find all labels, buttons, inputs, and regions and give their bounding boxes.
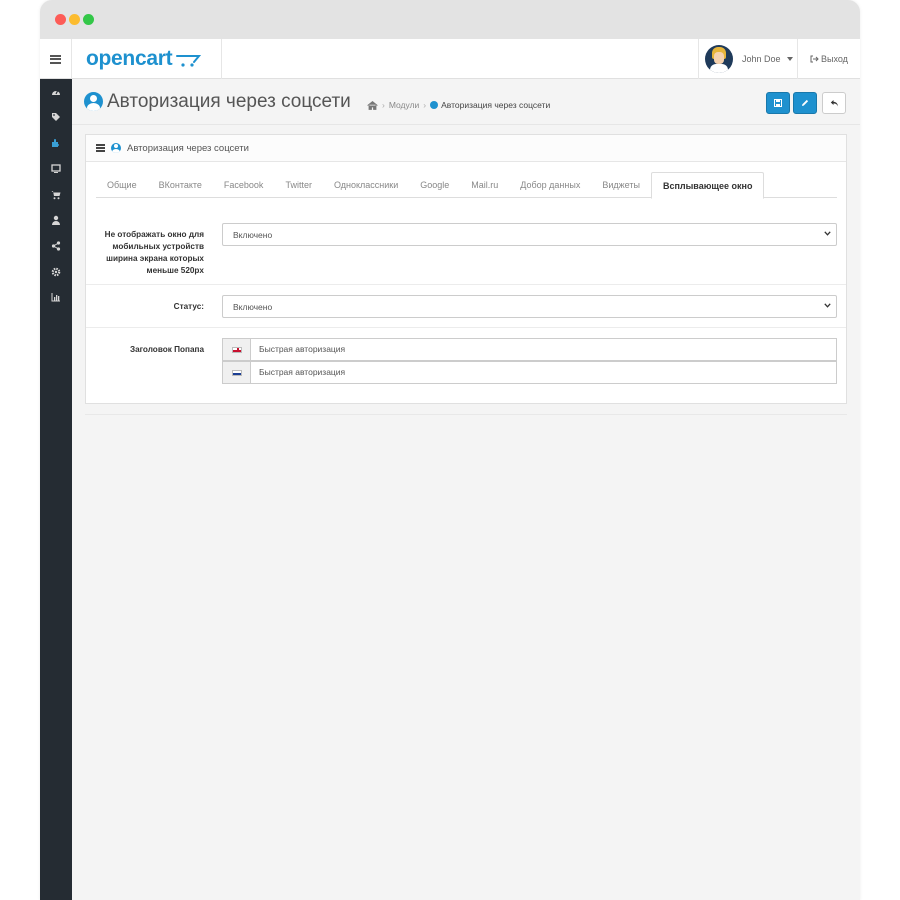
tab-popup[interactable]: Всплывающее окно <box>650 172 765 199</box>
chevron-down-icon <box>824 303 831 308</box>
logo-text: opencart <box>86 47 173 70</box>
popup-title-value-ru: Быстрая авторизация <box>259 367 346 377</box>
sidebar-item-marketing[interactable] <box>40 235 72 257</box>
user-menu[interactable]: John Doe <box>698 39 798 79</box>
window-titlebar <box>40 0 860 39</box>
tab-vkontakte[interactable]: ВКонтакте <box>148 172 213 198</box>
menu-toggle-button[interactable] <box>40 39 72 79</box>
puzzle-icon <box>52 139 59 147</box>
sidebar-item-dashboard[interactable] <box>40 81 72 103</box>
tab-data-collection[interactable]: Добор данных <box>509 172 591 198</box>
breadcrumb: › Модули › Авторизация через соцсети <box>367 100 550 110</box>
english-flag-icon <box>231 346 242 353</box>
hamburger-icon <box>50 54 61 64</box>
sidebar-item-extensions[interactable] <box>40 132 72 154</box>
tab-mailru[interactable]: Mail.ru <box>460 172 509 198</box>
user-circle-icon <box>84 92 103 111</box>
bar-chart-icon <box>51 293 60 302</box>
status-value: Включено <box>233 301 273 312</box>
sidebar-item-reports[interactable] <box>40 286 72 308</box>
pencil-icon <box>802 99 809 106</box>
logout-label: Выход <box>821 54 848 64</box>
sign-out-icon <box>810 55 819 63</box>
tab-twitter[interactable]: Twitter <box>274 172 323 198</box>
maximize-window-dot[interactable] <box>83 14 94 25</box>
mobile-hide-value: Включено <box>233 229 273 240</box>
home-icon[interactable] <box>367 100 378 110</box>
breadcrumb-modules[interactable]: Модули <box>389 100 419 110</box>
logout-link[interactable]: Выход <box>810 39 848 79</box>
back-button[interactable] <box>822 92 846 114</box>
status-select[interactable]: Включено <box>222 295 837 318</box>
reply-icon <box>830 100 838 107</box>
top-header: opencart John Doe Выход <box>40 39 860 79</box>
form-row-status: Статус: Включено <box>86 285 846 328</box>
cart-icon <box>51 191 61 200</box>
tab-facebook[interactable]: Facebook <box>213 172 275 198</box>
form-row-popup-title: Заголовок Попапа Быстрая авторизация Быс… <box>86 328 846 402</box>
tab-general[interactable]: Общие <box>96 172 148 198</box>
sidebar-item-system[interactable] <box>40 261 72 283</box>
breadcrumb-current[interactable]: Авторизация через соцсети <box>430 100 550 110</box>
chevron-down-icon <box>824 231 831 236</box>
tab-odnoklassniki[interactable]: Одноклассники <box>323 172 409 198</box>
user-circle-icon <box>430 101 439 109</box>
tag-icon <box>52 113 60 121</box>
settings-panel: Авторизация через соцсети Общие ВКонтакт… <box>85 134 847 404</box>
avatar <box>705 45 733 73</box>
browser-window: opencart John Doe Выход Авторизация чере… <box>40 0 860 900</box>
minimize-window-dot[interactable] <box>69 14 80 25</box>
mobile-hide-select[interactable]: Включено <box>222 223 837 246</box>
mobile-hide-label: Не отображать окно для мобильных устройс… <box>104 230 204 275</box>
popup-title-input-ru[interactable]: Быстрая авторизация <box>222 361 837 384</box>
close-window-dot[interactable] <box>55 14 66 25</box>
sidebar-item-sales[interactable] <box>40 184 72 206</box>
edit-button[interactable] <box>793 92 817 114</box>
language-addon <box>223 362 251 383</box>
tab-widgets[interactable]: Виджеты <box>591 172 651 198</box>
left-sidebar <box>40 79 72 900</box>
tabs-bar: Общие ВКонтакте Facebook Twitter Однокла… <box>96 172 837 199</box>
popup-title-value-en: Быстрая авторизация <box>259 344 346 354</box>
floppy-icon <box>774 99 782 107</box>
panel-heading: Авторизация через соцсети <box>86 135 846 162</box>
status-label: Статус: <box>173 302 204 311</box>
language-addon <box>223 339 251 360</box>
list-icon <box>96 144 105 152</box>
cart-logo-icon <box>176 55 202 67</box>
sidebar-item-catalog[interactable] <box>40 106 72 128</box>
dashboard-icon <box>52 89 60 95</box>
tab-google[interactable]: Google <box>409 172 460 198</box>
page-header: Авторизация через соцсети › Модули › Авт… <box>72 79 860 125</box>
panel-title: Авторизация через соцсети <box>127 142 249 154</box>
user-icon <box>52 215 60 225</box>
breadcrumb-current-label: Авторизация через соцсети <box>441 100 551 110</box>
popup-title-input-en[interactable]: Быстрая авторизация <box>222 338 837 361</box>
sidebar-item-customers[interactable] <box>40 209 72 231</box>
sidebar-item-design[interactable] <box>40 158 72 180</box>
content-divider <box>85 414 847 415</box>
desktop-icon <box>51 164 61 173</box>
cog-icon <box>51 267 61 277</box>
user-circle-icon <box>111 143 121 153</box>
form-row-mobile-hide: Не отображать окно для мобильных устройс… <box>86 210 846 285</box>
opencart-logo[interactable]: opencart <box>72 39 222 79</box>
caret-down-icon <box>786 57 793 61</box>
popup-title-label: Заголовок Попапа <box>129 345 204 354</box>
share-icon <box>51 241 61 251</box>
russian-flag-icon <box>231 369 242 376</box>
save-button[interactable] <box>766 92 790 114</box>
page-title: Авторизация через соцсети <box>107 91 351 112</box>
user-name: John Doe <box>742 54 781 64</box>
